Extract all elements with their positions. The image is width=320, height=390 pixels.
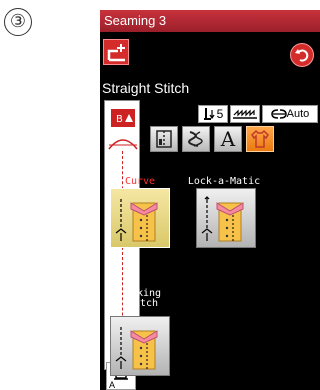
foot-pressure-value: 5 [216,107,224,121]
option-label-locking-stitch: Locking Stitch [118,288,162,309]
back-arrow-icon [295,49,309,62]
svg-text:B: B [116,114,123,125]
utility-stitch-icon [156,130,172,148]
option-label-lock-a-matic: Lock-a-Matic [187,176,261,187]
stitch-adjust-icon [107,44,125,62]
feed-dog-setting[interactable] [230,105,260,123]
feed-dog-icon [233,109,257,119]
mode-garment-button[interactable] [246,126,274,152]
option-lock-a-matic-button[interactable] [196,188,256,248]
back-button[interactable] [290,43,314,67]
preview-badge: B [111,109,135,127]
locking-stitch-icon [115,327,158,370]
step-marker: ③ [4,8,32,36]
garment-icon [251,129,269,148]
title-bar: Seaming 3 [100,10,320,32]
thread-tension-setting[interactable]: Auto [262,105,318,123]
letters-icon: A [220,127,236,151]
foot-pressure-setting[interactable]: 5 [198,105,228,123]
machine-screen: Seaming 3 Straight Stitch B A 5 Auto A C… [100,10,320,390]
decorative-stitch-icon [188,131,203,147]
lock-a-matic-icon [201,196,244,242]
stitch-adjust-button[interactable] [103,39,129,65]
thread-tension-value: Auto [286,108,310,120]
needle-position-icon: B [112,110,134,126]
option-curve-button[interactable] [110,188,170,248]
curve-seam-icon [115,199,158,242]
foot-pressure-icon [203,108,215,120]
settings-row: 5 Auto [198,105,318,123]
stitch-name: Straight Stitch [102,80,190,96]
option-locking-stitch-button[interactable] [110,316,170,376]
option-label-curve: Curve [124,176,156,187]
thread-tension-icon [270,109,287,119]
mode-row: A [150,126,274,152]
mode-decorative-button[interactable] [182,126,210,152]
title-text: Seaming 3 [104,13,167,28]
mode-utility-button[interactable] [150,126,178,152]
presser-foot-letter: A [109,380,116,390]
mode-letters-button[interactable]: A [214,126,242,152]
presser-foot-outline-icon [108,139,138,150]
